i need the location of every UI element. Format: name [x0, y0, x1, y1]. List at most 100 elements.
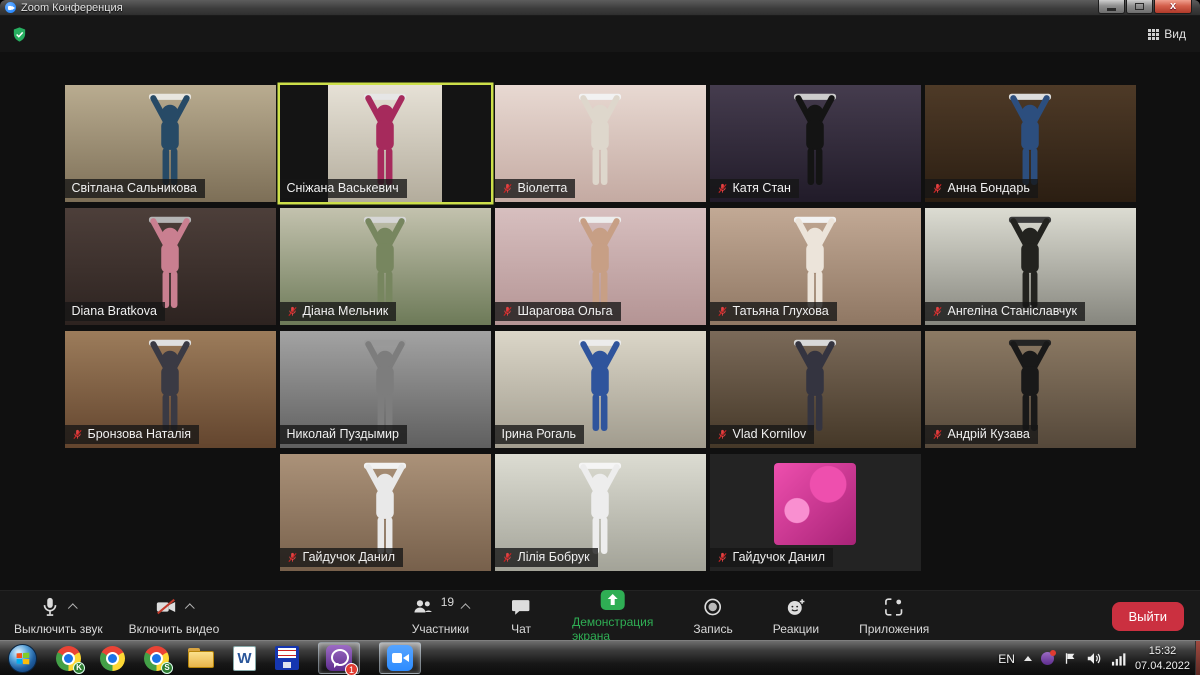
minimize-button[interactable]: [1098, 0, 1125, 14]
chrome-icon[interactable]: [100, 646, 125, 671]
participant-name-label: Діана Мельник: [280, 302, 397, 321]
participant-name-label: Гайдучок Данил: [710, 548, 834, 567]
participant-tile[interactable]: Ірина Рогаль: [495, 331, 706, 448]
share-screen-icon: [600, 589, 626, 611]
language-indicator[interactable]: EN: [998, 652, 1015, 666]
participant-tile[interactable]: Лілія Бобрук: [495, 454, 706, 571]
participant-tile[interactable]: Николай Пуздымир: [280, 331, 491, 448]
participant-tile[interactable]: Діана Мельник: [280, 208, 491, 325]
show-desktop-button[interactable]: [1195, 641, 1200, 675]
close-button[interactable]: x: [1154, 0, 1192, 14]
participant-tile[interactable]: Гайдучок Данил: [280, 454, 491, 571]
chrome-profile-k-icon[interactable]: K: [56, 646, 81, 671]
leave-meeting-button[interactable]: Выйти: [1112, 602, 1185, 631]
network-icon[interactable]: [1111, 652, 1126, 666]
participant-name-label: Шарагова Ольга: [495, 302, 621, 321]
muted-mic-icon: [502, 552, 513, 563]
participant-tile[interactable]: Гайдучок Данил: [710, 454, 921, 571]
toolbar-left-group: Выключить звук Включить видео: [6, 591, 227, 640]
clock-date: 07.04.2022: [1135, 659, 1190, 673]
viber-tray-icon[interactable]: [1041, 652, 1054, 665]
taskbar-clock[interactable]: 15:32 07.04.2022: [1135, 644, 1190, 673]
chat-label: Чат: [511, 622, 531, 636]
participant-tile[interactable]: Андрій Кузава: [925, 331, 1136, 448]
screen: Zoom Конференция x Вид: [0, 0, 1200, 675]
participant-name-label: Diana Bratkova: [65, 302, 165, 321]
maximize-button[interactable]: [1126, 0, 1153, 14]
participant-name: Vlad Kornilov: [733, 427, 807, 441]
taskbar-apps: K S W 1: [0, 642, 421, 674]
video-grid: Світлана Сальникова Сніжана Васькевич: [62, 85, 1138, 571]
chat-button[interactable]: Чат: [502, 592, 540, 639]
view-button[interactable]: Вид: [1144, 25, 1190, 43]
participant-tile[interactable]: Vlad Kornilov: [710, 331, 921, 448]
hidden-icons-arrow[interactable]: [1024, 656, 1032, 661]
video-options-chevron[interactable]: [185, 603, 195, 613]
word-icon[interactable]: W: [233, 646, 256, 671]
mute-audio-button[interactable]: Выключить звук: [6, 592, 111, 639]
participant-tile[interactable]: Diana Bratkova: [65, 208, 276, 325]
gallery-grid-icon: [1148, 29, 1159, 40]
record-button[interactable]: Запись: [685, 592, 740, 639]
participant-tile[interactable]: Сніжана Васькевич: [280, 85, 491, 202]
muted-mic-icon: [932, 306, 943, 317]
security-shield-icon[interactable]: [11, 26, 28, 43]
share-screen-label: Демонстрация экрана: [572, 615, 653, 643]
chat-icon: [510, 596, 532, 618]
participant-name-label: Віолетта: [495, 179, 576, 198]
camera-off-icon: [154, 596, 178, 618]
participant-tile[interactable]: Світлана Сальникова: [65, 85, 276, 202]
participant-tile[interactable]: Віолетта: [495, 85, 706, 202]
chrome-badge-k: K: [73, 662, 85, 674]
participant-name-label: Світлана Сальникова: [65, 179, 205, 198]
participant-name-label: Катя Стан: [710, 179, 799, 198]
meeting-toolbar: Выключить звук Включить видео: [0, 590, 1200, 640]
action-center-flag-icon[interactable]: [1063, 651, 1077, 666]
file-explorer-icon[interactable]: [188, 648, 214, 668]
participant-tile[interactable]: Шарагова Ольга: [495, 208, 706, 325]
start-video-button[interactable]: Включить видео: [121, 592, 228, 639]
participant-tile[interactable]: Татьяна Глухова: [710, 208, 921, 325]
zoom-taskbar-button[interactable]: [379, 642, 421, 674]
muted-mic-icon: [717, 183, 728, 194]
window-titlebar: Zoom Конференция x: [0, 0, 1200, 16]
participant-tile[interactable]: Ангеліна Станіславчук: [925, 208, 1136, 325]
participant-tile[interactable]: Бронзова Наталія: [65, 331, 276, 448]
mute-audio-label: Выключить звук: [14, 622, 103, 636]
participant-name: Ірина Рогаль: [502, 427, 577, 441]
view-button-label: Вид: [1164, 27, 1186, 41]
chrome-badge-s: S: [161, 662, 173, 674]
participants-button[interactable]: 19 Участники: [403, 592, 478, 639]
share-screen-button[interactable]: Демонстрация экрана: [564, 585, 661, 646]
muted-mic-icon: [932, 429, 943, 440]
windows-taskbar: K S W 1 EN: [0, 640, 1200, 675]
muted-mic-icon: [287, 552, 298, 563]
participant-name: Світлана Сальникова: [72, 181, 197, 195]
volume-icon[interactable]: [1086, 651, 1102, 666]
participant-tile[interactable]: Катя Стан: [710, 85, 921, 202]
participant-name: Николай Пуздымир: [287, 427, 400, 441]
muted-mic-icon: [502, 183, 513, 194]
participant-avatar-image: [774, 463, 856, 545]
participant-name: Ангеліна Станіславчук: [948, 304, 1078, 318]
muted-mic-icon: [502, 306, 513, 317]
zoom-window: Zoom Конференция x Вид: [0, 0, 1200, 640]
chrome-profile-s-icon[interactable]: S: [144, 646, 169, 671]
participant-name-label: Гайдучок Данил: [280, 548, 404, 567]
participant-name-label: Сніжана Васькевич: [280, 179, 407, 198]
participant-name-label: Ірина Рогаль: [495, 425, 585, 444]
audio-options-chevron[interactable]: [68, 603, 78, 613]
participant-name-label: Лілія Бобрук: [495, 548, 598, 567]
participants-chevron[interactable]: [461, 603, 471, 613]
participant-tile[interactable]: Анна Бондарь: [925, 85, 1136, 202]
muted-mic-icon: [287, 306, 298, 317]
reactions-button[interactable]: Реакции: [765, 592, 827, 639]
apps-button[interactable]: Приложения: [851, 592, 937, 639]
viber-taskbar-button[interactable]: 1: [318, 642, 360, 674]
participant-name: Шарагова Ольга: [518, 304, 613, 318]
toolbar-center-group: 19 Участники Чат: [403, 591, 938, 640]
participants-label: Участники: [412, 622, 469, 636]
medoc-icon[interactable]: [275, 646, 299, 670]
participant-name: Сніжана Васькевич: [287, 181, 399, 195]
start-button[interactable]: [8, 644, 37, 673]
